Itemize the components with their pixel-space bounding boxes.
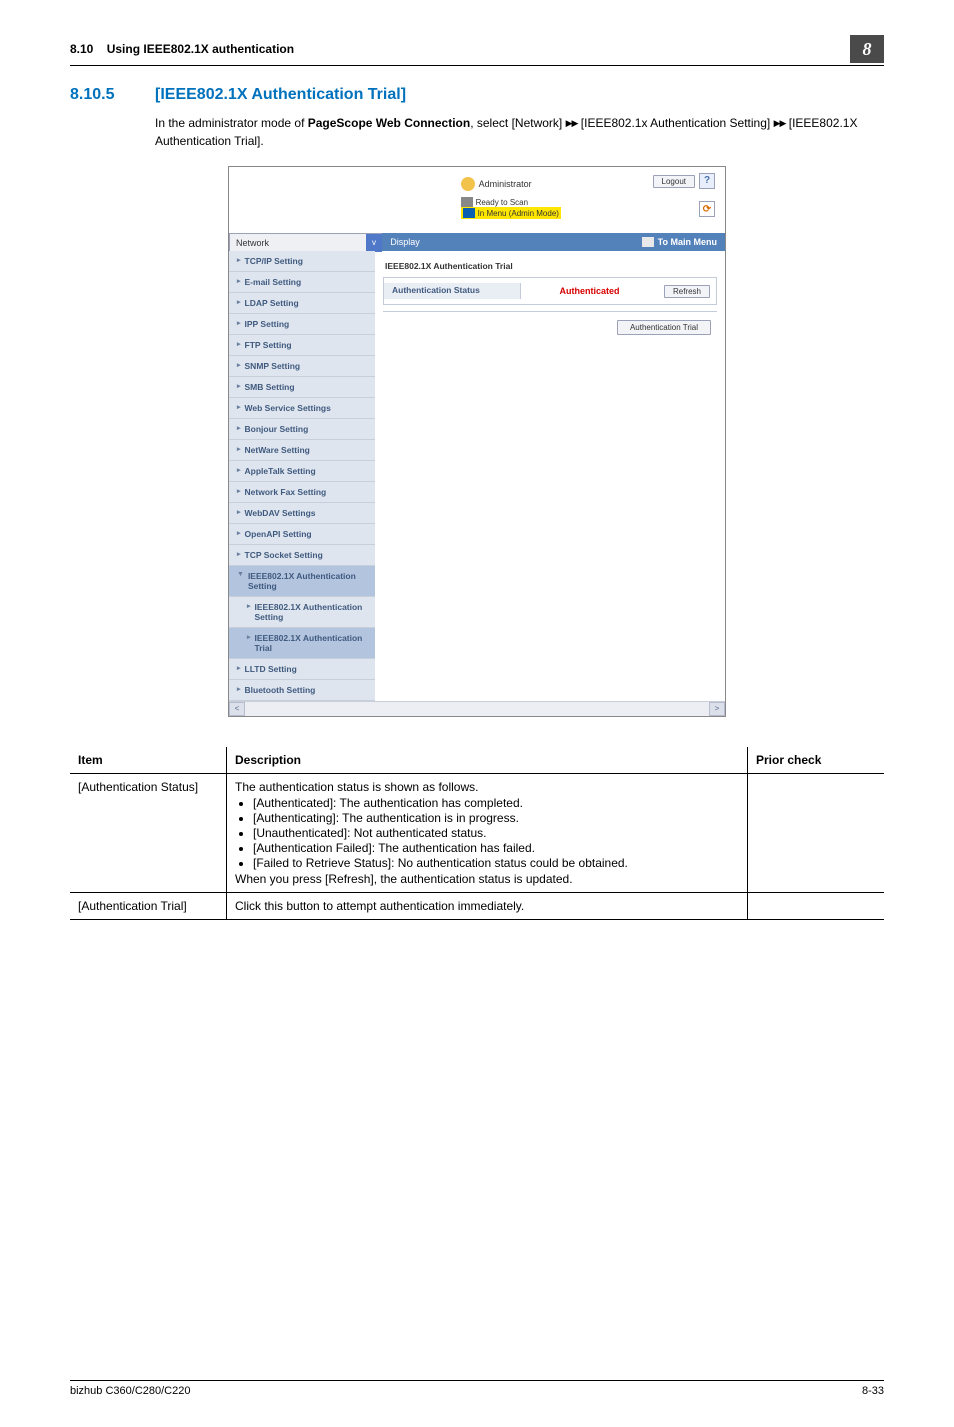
arrow-icon: ▶▶ — [566, 117, 578, 131]
sidebar-item-label: IEEE802.1X Authentication Trial — [255, 633, 367, 653]
auth-trial-button[interactable]: Authentication Trial — [617, 320, 711, 335]
list-item: [Failed to Retrieve Status]: No authenti… — [253, 856, 739, 870]
footer-model: bizhub C360/C280/C220 — [70, 1385, 190, 1397]
app-screenshot: Administrator Ready to Scan In Menu (Adm… — [228, 166, 726, 717]
sidebar-item-label: Network Fax Setting — [245, 487, 327, 497]
desc-cell: The authentication status is shown as fo… — [227, 774, 748, 893]
intro-bold: PageScope Web Connection — [308, 116, 470, 130]
chevron-down-icon: v — [366, 234, 382, 252]
sidebar-item-label: SNMP Setting — [245, 361, 301, 371]
sidebar-item-ipp[interactable]: ▸IPP Setting — [229, 314, 375, 335]
desc-cell: Click this button to attempt authenticat… — [227, 893, 748, 920]
sidebar-item-appletalk[interactable]: ▸AppleTalk Setting — [229, 461, 375, 482]
col-description: Description — [227, 747, 748, 774]
sidebar-item-ieee8021x-trial[interactable]: ▸IEEE802.1X Authentication Trial — [229, 628, 375, 659]
sidebar-item-label: TCP Socket Setting — [245, 550, 323, 560]
scroll-left-icon[interactable]: < — [229, 702, 245, 716]
sidebar-item-lltd[interactable]: ▸LLTD Setting — [229, 659, 375, 680]
sidebar-item-label: Bluetooth Setting — [245, 685, 316, 695]
sidebar-item-label: WebDAV Settings — [245, 508, 316, 518]
sidebar-item-ieee8021x-setting[interactable]: ▸IEEE802.1X Authentication Setting — [229, 597, 375, 628]
status-menu: In Menu (Admin Mode) — [478, 209, 559, 218]
desc-after: When you press [Refresh], the authentica… — [235, 872, 573, 886]
item-cell: [Authentication Trial] — [70, 893, 227, 920]
col-prior-check: Prior check — [748, 747, 885, 774]
help-button[interactable]: ? — [699, 173, 715, 189]
sidebar-item-ieee8021x[interactable]: ▼IEEE802.1X Authentication Setting — [229, 566, 375, 597]
admin-icon — [461, 177, 475, 191]
auth-status-value: Authenticated — [521, 286, 658, 296]
arrow-icon: ▶▶ — [774, 117, 786, 131]
sidebar-item-label: Bonjour Setting — [245, 424, 309, 434]
side-nav: ▸TCP/IP Setting ▸E-mail Setting ▸LDAP Se… — [229, 251, 375, 701]
item-cell: [Authentication Status] — [70, 774, 227, 893]
chapter-badge: 8 — [850, 35, 884, 63]
sidebar-item-email[interactable]: ▸E-mail Setting — [229, 272, 375, 293]
horizontal-scrollbar[interactable]: < > — [229, 701, 725, 716]
sidebar-item-label: OpenAPI Setting — [245, 529, 312, 539]
footer-page: 8-33 — [862, 1385, 884, 1397]
sidebar-item-label: IPP Setting — [245, 319, 290, 329]
intro-mid: , select [Network] — [470, 116, 565, 130]
sidebar-item-label: Web Service Settings — [245, 403, 331, 413]
prior-cell — [748, 893, 885, 920]
sidebar-item-label: AppleTalk Setting — [245, 466, 316, 476]
sidebar-item-bonjour[interactable]: ▸Bonjour Setting — [229, 419, 375, 440]
intro-path2: [IEEE802.1x Authentication Setting] — [577, 116, 773, 130]
printer-icon — [461, 197, 473, 207]
header-section-title: Using IEEE802.1X authentication — [107, 42, 294, 56]
subsection-title: [IEEE802.1X Authentication Trial] — [155, 86, 406, 104]
home-icon — [642, 237, 654, 247]
list-item: [Unauthenticated]: Not authenticated sta… — [253, 826, 739, 840]
category-select-label: Network — [236, 238, 269, 248]
sidebar-item-snmp[interactable]: ▸SNMP Setting — [229, 356, 375, 377]
role-label: Administrator — [479, 179, 532, 189]
category-select[interactable]: Network v — [229, 233, 382, 251]
menu-icon — [463, 208, 475, 218]
to-main-menu-label: To Main Menu — [658, 237, 717, 247]
refresh-icon[interactable]: ⟳ — [699, 201, 715, 217]
table-row: [Authentication Status] The authenticati… — [70, 774, 884, 893]
to-main-menu-button[interactable]: To Main Menu — [634, 233, 725, 251]
sidebar-item-label: SMB Setting — [245, 382, 295, 392]
sidebar-item-bluetooth[interactable]: ▸Bluetooth Setting — [229, 680, 375, 701]
auth-status-label: Authentication Status — [384, 283, 521, 298]
refresh-button[interactable]: Refresh — [664, 285, 710, 298]
description-table: Item Description Prior check [Authentica… — [70, 747, 884, 920]
display-button[interactable]: Display — [382, 233, 428, 251]
sidebar-item-ftp[interactable]: ▸FTP Setting — [229, 335, 375, 356]
sidebar-item-label: TCP/IP Setting — [245, 256, 303, 266]
sidebar-item-tcpsocket[interactable]: ▸TCP Socket Setting — [229, 545, 375, 566]
sidebar-item-tcpip[interactable]: ▸TCP/IP Setting — [229, 251, 375, 272]
prior-cell — [748, 774, 885, 893]
subsection-number: 8.10.5 — [70, 86, 155, 104]
list-item: [Authentication Failed]: The authenticat… — [253, 841, 739, 855]
status-ready: Ready to Scan — [476, 198, 528, 207]
intro-paragraph: In the administrator mode of PageScope W… — [155, 114, 884, 150]
sidebar-item-label: LDAP Setting — [245, 298, 299, 308]
sidebar-item-label: FTP Setting — [245, 340, 292, 350]
sidebar-item-networkfax[interactable]: ▸Network Fax Setting — [229, 482, 375, 503]
sidebar-item-label: IEEE802.1X Authentication Setting — [255, 602, 367, 622]
sidebar-item-label: NetWare Setting — [245, 445, 310, 455]
col-item: Item — [70, 747, 227, 774]
sidebar-item-webdav[interactable]: ▸WebDAV Settings — [229, 503, 375, 524]
sidebar-item-label: E-mail Setting — [245, 277, 302, 287]
sidebar-item-label: LLTD Setting — [245, 664, 297, 674]
list-item: [Authenticating]: The authentication is … — [253, 811, 739, 825]
logout-button[interactable]: Logout — [653, 175, 695, 188]
intro-pre: In the administrator mode of — [155, 116, 308, 130]
panel-title: IEEE802.1X Authentication Trial — [385, 261, 715, 271]
list-item: [Authenticated]: The authentication has … — [253, 796, 739, 810]
sidebar-item-label: IEEE802.1X Authentication Setting — [248, 571, 367, 591]
sidebar-item-netware[interactable]: ▸NetWare Setting — [229, 440, 375, 461]
sidebar-item-smb[interactable]: ▸SMB Setting — [229, 377, 375, 398]
scroll-right-icon[interactable]: > — [709, 702, 725, 716]
table-row: [Authentication Trial] Click this button… — [70, 893, 884, 920]
header-section-no: 8.10 — [70, 42, 93, 56]
sidebar-item-openapi[interactable]: ▸OpenAPI Setting — [229, 524, 375, 545]
desc-intro: The authentication status is shown as fo… — [235, 780, 478, 794]
sidebar-item-webservice[interactable]: ▸Web Service Settings — [229, 398, 375, 419]
sidebar-item-ldap[interactable]: ▸LDAP Setting — [229, 293, 375, 314]
